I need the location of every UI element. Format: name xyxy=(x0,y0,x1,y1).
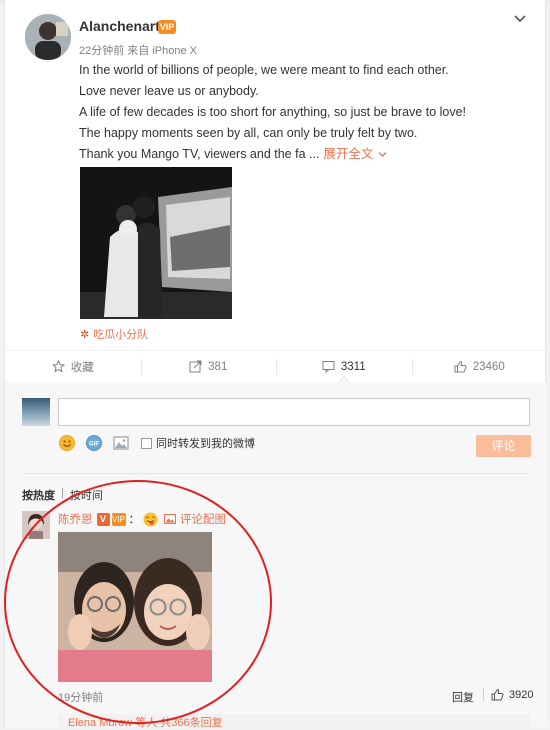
gif-icon[interactable]: GIF xyxy=(85,434,103,452)
annotation-circle xyxy=(4,480,272,724)
thumbs-up-icon xyxy=(454,360,467,373)
like-button[interactable]: 23460 xyxy=(411,351,548,382)
post-meta: 22分钟前 来自 iPhone X xyxy=(79,45,197,57)
favorite-label: 收藏 xyxy=(70,361,94,374)
my-avatar[interactable] xyxy=(22,398,50,426)
post-line-last: Thank you Mango TV, viewers and the fa .… xyxy=(79,144,529,165)
post-line: In the world of billions of people, we w… xyxy=(79,63,449,77)
repost-button[interactable]: 381 xyxy=(140,351,277,382)
vip-badge-icon[interactable]: VIP xyxy=(158,20,176,34)
reply-button[interactable]: 回复 xyxy=(452,689,474,705)
source-label[interactable]: 吃瓜小分队 xyxy=(93,329,148,341)
action-bar: 收藏 381 3311 23460 xyxy=(5,350,547,382)
thumbs-up-icon xyxy=(491,688,504,701)
post-line: Thank you Mango TV, viewers and the fa .… xyxy=(79,147,320,161)
post-line: Love never leave us or anybody. xyxy=(79,84,259,98)
repost-checkbox[interactable]: 同时转发到我的微博 xyxy=(141,435,255,451)
repost-checkbox-label: 同时转发到我的微博 xyxy=(156,438,255,450)
comment-count: 3311 xyxy=(340,360,366,373)
author-avatar[interactable] xyxy=(25,14,71,60)
chevron-down-icon[interactable] xyxy=(378,150,387,159)
divider xyxy=(22,473,530,474)
favorite-button[interactable]: 收藏 xyxy=(5,351,141,382)
post-line: The happy moments seen by all, can only … xyxy=(79,126,418,140)
author-name[interactable]: Alanchenart xyxy=(79,18,160,34)
comment-icon xyxy=(322,361,335,373)
comment-like-count: 3920 xyxy=(509,688,534,701)
expand-link[interactable]: 展开全文 xyxy=(323,147,373,161)
repost-count: 381 xyxy=(208,360,228,373)
source-tag[interactable]: ✲ 吃瓜小分队 xyxy=(80,326,148,342)
sort-by-hot-tab[interactable]: 按热度 xyxy=(22,487,55,503)
submit-comment-button[interactable]: 评论 xyxy=(476,435,531,457)
post-photo[interactable] xyxy=(80,167,232,319)
repost-icon xyxy=(189,360,202,373)
comment-like-button[interactable]: 3920 xyxy=(491,688,533,701)
like-count: 23460 xyxy=(472,360,505,373)
star-icon xyxy=(51,360,65,373)
flower-icon: ✲ xyxy=(80,329,90,341)
svg-text:GIF: GIF xyxy=(89,442,99,448)
comment-input[interactable] xyxy=(58,398,530,426)
divider xyxy=(483,688,484,701)
image-icon[interactable] xyxy=(112,434,130,452)
checkbox[interactable] xyxy=(141,437,152,449)
composer-tools: GIF 同时转发到我的微博 xyxy=(58,434,255,452)
emoji-icon[interactable] xyxy=(58,434,76,452)
post-text: In the world of billions of people, we w… xyxy=(79,60,529,165)
chevron-down-icon[interactable] xyxy=(513,12,527,26)
post-line: A life of few decades is too short for a… xyxy=(79,105,467,119)
